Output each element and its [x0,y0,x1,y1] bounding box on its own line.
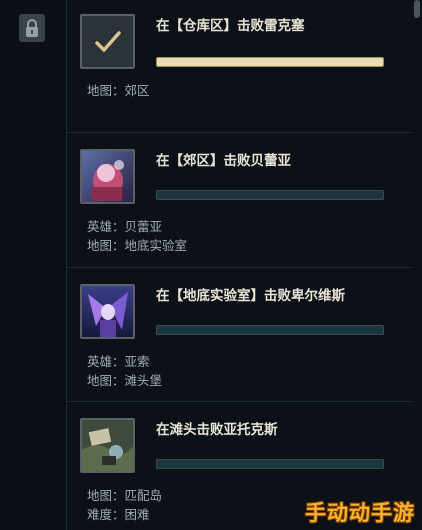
mission-title: 在【地底实验室】击败卑尔维斯 [156,288,345,304]
mission-meta-row: 地图：滩头堡 [87,371,162,390]
mission-meta-row: 难度：困难 [87,505,150,524]
mission-meta-row: 英雄：亚索 [87,352,150,371]
mission-title: 在【仓库区】击败雷克塞 [156,18,305,34]
scrollbar[interactable] [412,0,422,530]
mission-progress-bar [156,190,384,200]
mission-progress-bar [156,325,384,335]
champion-portrait-briar [80,149,135,204]
meta-value: 贝蕾亚 [124,219,163,234]
scrollbar-thumb[interactable] [414,0,420,18]
lock-icon [19,14,45,42]
progress-fill [157,58,383,66]
meta-value: 困难 [124,507,150,522]
meta-value: 地底实验室 [124,238,188,253]
meta-label: 地图： [87,488,125,503]
meta-label: 地图： [87,373,125,388]
mission-list-screen: 在【仓库区】击败雷克塞 地图：郊区 在【郊区】击败贝蕾亚 英雄：贝蕾亚 地图：地… [0,0,422,530]
check-mark-icon [80,14,135,69]
champion-portrait-belveth [80,284,135,339]
meta-label: 地图： [87,238,125,253]
mission-item[interactable]: 在【仓库区】击败雷克塞 地图：郊区 [67,0,412,133]
mission-meta-row: 英雄：贝蕾亚 [87,217,162,236]
meta-label: 英雄： [87,354,125,369]
meta-label: 地图： [87,83,125,98]
meta-value: 郊区 [124,83,150,98]
mission-progress-bar [156,57,384,67]
meta-value: 亚索 [124,354,150,369]
mission-meta-row: 地图：地底实验室 [87,236,187,255]
mission-meta-row: 地图：匹配岛 [87,486,162,505]
meta-label: 难度： [87,507,125,522]
meta-value: 匹配岛 [124,488,163,503]
mission-list[interactable]: 在【仓库区】击败雷克塞 地图：郊区 在【郊区】击败贝蕾亚 英雄：贝蕾亚 地图：地… [67,0,412,530]
mission-meta-row: 地图：郊区 [87,81,150,100]
meta-label: 英雄： [87,219,125,234]
mission-item[interactable]: 在【地底实验室】击败卑尔维斯 英雄：亚索 地图：滩头堡 [67,268,412,402]
mission-item[interactable]: 在【郊区】击败贝蕾亚 英雄：贝蕾亚 地图：地底实验室 [67,133,412,268]
map-thumbnail [80,418,135,473]
mission-progress-bar [156,459,384,469]
mission-title: 在滩头击败亚托克斯 [156,422,278,438]
left-rail [0,0,66,530]
mission-title: 在【郊区】击败贝蕾亚 [156,153,291,169]
meta-value: 滩头堡 [124,373,163,388]
watermark-logo: 手动动手游 [305,501,415,525]
